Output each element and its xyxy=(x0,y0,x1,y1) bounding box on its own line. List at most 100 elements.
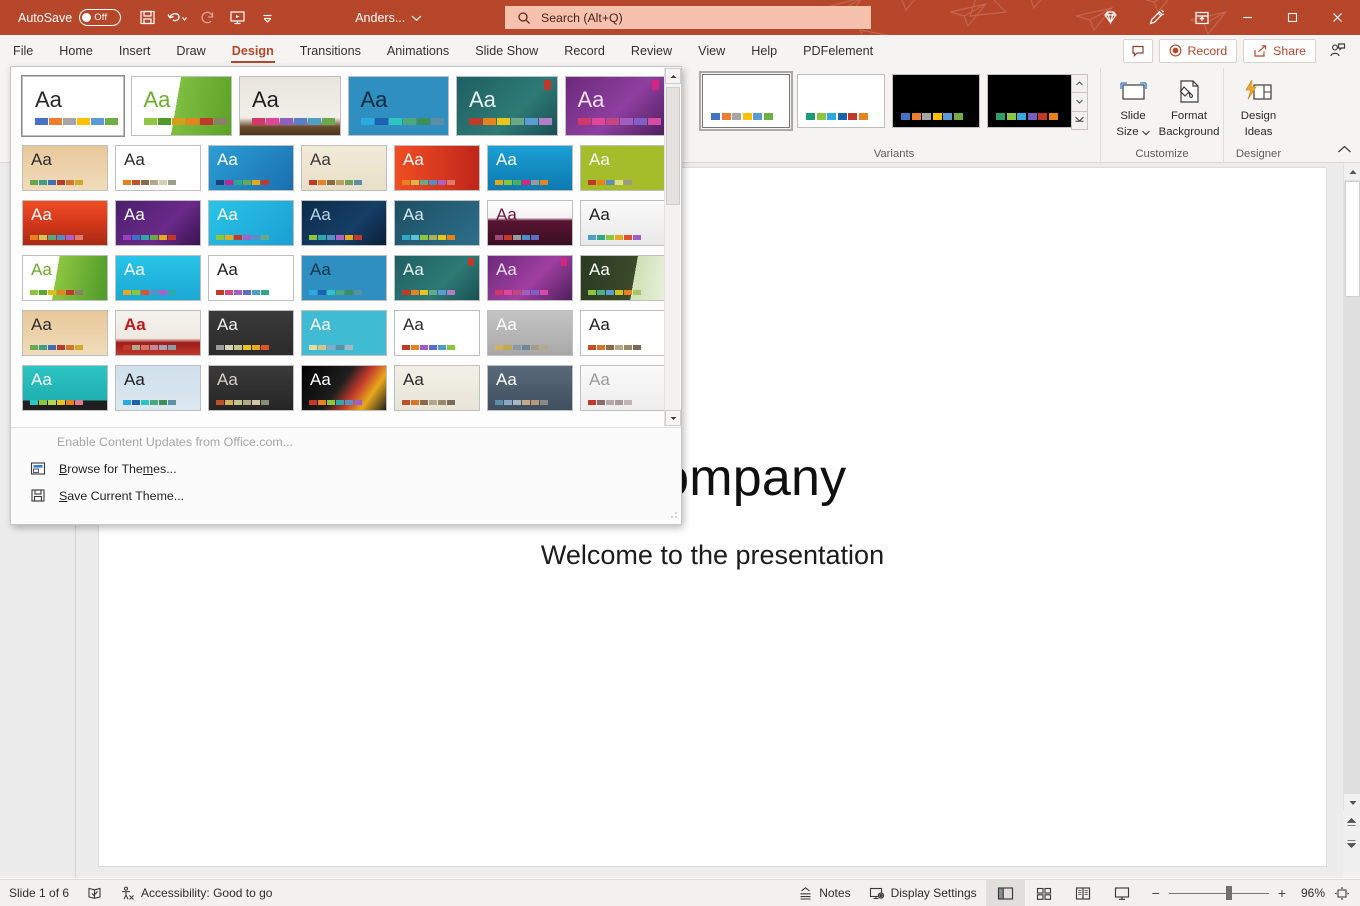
tab-design[interactable]: Design xyxy=(219,35,287,66)
theme-quotable-blue[interactable]: Aa xyxy=(487,145,573,191)
browse-for-themes[interactable]: Browse for Themes... xyxy=(11,455,681,482)
theme-parcel-dark-green[interactable]: Aa xyxy=(580,255,666,301)
diamond-icon[interactable] xyxy=(1087,0,1133,35)
account-menu[interactable]: Anders... xyxy=(355,11,422,25)
reading-view-button[interactable] xyxy=(1064,880,1103,906)
theme-gallery-scrollbar[interactable] xyxy=(664,68,680,426)
theme-damask-blue[interactable]: Aa xyxy=(301,255,387,301)
save-button[interactable] xyxy=(133,5,161,31)
scroll-up-button[interactable] xyxy=(1344,163,1360,180)
slide-size-button[interactable]: Slide Size xyxy=(1107,73,1159,139)
theme-ion-purple[interactable]: Aa xyxy=(565,76,667,136)
theme-ion-teal[interactable]: Aa xyxy=(456,76,558,136)
start-slideshow-button[interactable] xyxy=(223,5,251,31)
gallery-scroll-down-button[interactable] xyxy=(665,410,681,426)
autosave-control[interactable]: AutoSave Off xyxy=(18,9,121,26)
search-box[interactable]: Search (Alt+Q) xyxy=(505,6,871,29)
theme-dividend-charcoal[interactable]: Aa xyxy=(208,365,294,411)
collaborate-button[interactable] xyxy=(1322,39,1352,63)
theme-celestial-cream[interactable]: Aa xyxy=(301,145,387,191)
share-button[interactable]: Share xyxy=(1243,39,1316,63)
minimize-button[interactable] xyxy=(1225,0,1270,35)
next-slide-button[interactable] xyxy=(1343,833,1360,855)
previous-slide-button[interactable] xyxy=(1343,811,1360,833)
collapse-ribbon-button[interactable] xyxy=(1337,142,1352,160)
slide-subtitle-placeholder[interactable]: Welcome to the presentation xyxy=(99,540,1326,571)
format-background-button[interactable]: Format Background xyxy=(1161,73,1217,139)
theme-droplet-cyan[interactable]: Aa xyxy=(208,200,294,246)
variants-scroll-down[interactable] xyxy=(1071,92,1088,111)
autosave-toggle[interactable]: Off xyxy=(79,9,121,26)
tab-help[interactable]: Help xyxy=(738,35,790,66)
undo-button[interactable] xyxy=(163,5,191,31)
theme-slice-white[interactable]: Aa xyxy=(208,255,294,301)
theme-basis[interactable]: Aa xyxy=(115,145,201,191)
theme-pencil-sketch[interactable]: Aa xyxy=(394,310,480,356)
theme-office[interactable]: Aa xyxy=(22,76,124,136)
theme-frame-cyan[interactable]: Aa xyxy=(115,255,201,301)
comments-button[interactable] xyxy=(1123,39,1153,63)
theme-ion-boardroom-blue[interactable]: Aa xyxy=(348,76,450,136)
theme-quotable-teal[interactable]: Aa xyxy=(22,365,108,411)
display-settings-button[interactable]: Display Settings xyxy=(860,880,986,906)
save-current-theme[interactable]: Save Current Theme... xyxy=(11,482,681,509)
tab-view[interactable]: View xyxy=(685,35,738,66)
theme-wisp[interactable]: Aa xyxy=(22,145,108,191)
fit-slide-button[interactable] xyxy=(1334,886,1350,901)
theme-frame-teal[interactable]: Aa xyxy=(301,310,387,356)
accessibility-status[interactable]: Accessibility: Good to go xyxy=(111,880,281,906)
theme-berlin-red[interactable]: Aa xyxy=(115,310,201,356)
variants-more-button[interactable] xyxy=(1071,111,1088,130)
zoom-slider[interactable] xyxy=(1169,886,1269,900)
slide-sorter-button[interactable] xyxy=(1025,880,1064,906)
theme-metropolitan-slate[interactable]: Aa xyxy=(487,365,573,411)
design-ideas-button[interactable]: Design Ideas xyxy=(1231,73,1287,139)
redo-button[interactable] xyxy=(193,5,221,31)
theme-wood-type[interactable]: Aa xyxy=(239,76,341,136)
zoom-level-label[interactable]: 96% xyxy=(1295,886,1325,900)
theme-ion-magenta[interactable]: Aa xyxy=(487,255,573,301)
theme-ion-teal-2[interactable]: Aa xyxy=(394,255,480,301)
variant-4[interactable] xyxy=(987,74,1075,128)
scrollbar-thumb[interactable] xyxy=(1345,181,1360,297)
customize-quick-access-toolbar[interactable] xyxy=(253,5,281,31)
variant-3[interactable] xyxy=(892,74,980,128)
tab-slide-show[interactable]: Slide Show xyxy=(462,35,551,66)
ribbon-display-options-icon[interactable] xyxy=(1179,0,1225,35)
tab-review[interactable]: Review xyxy=(618,35,685,66)
maximize-button[interactable] xyxy=(1270,0,1315,35)
record-button[interactable]: Record xyxy=(1159,39,1238,63)
theme-badge-red[interactable]: Aa xyxy=(394,145,480,191)
theme-facet-purple[interactable]: Aa xyxy=(115,200,201,246)
theme-organic-green[interactable]: Aa xyxy=(22,255,108,301)
scroll-down-button[interactable] xyxy=(1344,794,1360,811)
tab-record[interactable]: Record xyxy=(551,35,618,66)
variant-2[interactable] xyxy=(797,74,885,128)
pen-icon[interactable] xyxy=(1133,0,1179,35)
theme-berlin-blue[interactable]: Aa xyxy=(208,145,294,191)
theme-main-event-white[interactable]: Aa xyxy=(580,310,666,356)
theme-vapor-trail-blue[interactable]: Aa xyxy=(394,200,480,246)
theme-facet[interactable]: Aa xyxy=(131,76,233,136)
theme-wood-type-orange[interactable]: Aa xyxy=(22,200,108,246)
theme-retrospect-black[interactable]: Aa xyxy=(301,365,387,411)
theme-wisp-tan[interactable]: Aa xyxy=(22,310,108,356)
theme-droplet-white[interactable]: Aa xyxy=(580,200,666,246)
zoom-out-button[interactable]: − xyxy=(1152,885,1160,901)
theme-damask-pattern[interactable]: Aa xyxy=(115,365,201,411)
canvas-vertical-scrollbar[interactable] xyxy=(1343,163,1360,811)
normal-view-button[interactable] xyxy=(986,880,1025,906)
theme-dividend-dark[interactable]: Aa xyxy=(208,310,294,356)
theme-banded-cream[interactable]: Aa xyxy=(394,365,480,411)
theme-vapor-light[interactable]: Aa xyxy=(580,365,666,411)
gallery-scroll-up-button[interactable] xyxy=(665,68,681,84)
tab-file[interactable]: File xyxy=(0,35,46,66)
tab-draw[interactable]: Draw xyxy=(163,35,218,66)
slide-counter[interactable]: Slide 1 of 6 xyxy=(0,880,78,906)
theme-depth-maroon[interactable]: Aa xyxy=(487,200,573,246)
tab-transitions[interactable]: Transitions xyxy=(287,35,374,66)
resize-grip[interactable] xyxy=(670,511,678,521)
notes-button[interactable]: Notes xyxy=(789,880,859,906)
theme-ion-dark-blue[interactable]: Aa xyxy=(301,200,387,246)
close-button[interactable] xyxy=(1315,0,1360,35)
